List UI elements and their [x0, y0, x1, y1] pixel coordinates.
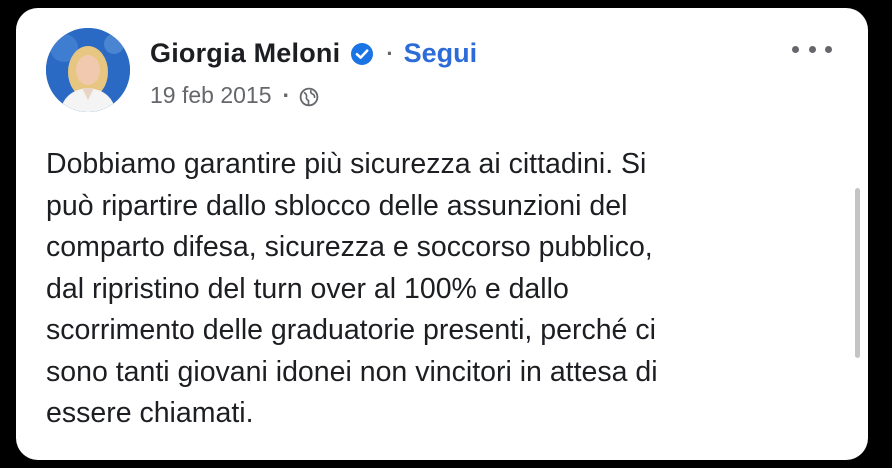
post-date[interactable]: 19 feb 2015 — [150, 82, 272, 109]
scrollbar[interactable] — [855, 188, 860, 358]
follow-button[interactable]: Segui — [404, 38, 478, 69]
post-header: Giorgia Meloni · Segui — [150, 38, 477, 69]
separator-dot: · — [386, 40, 394, 66]
meta-separator: · — [282, 82, 291, 108]
avatar[interactable] — [46, 28, 130, 112]
verified-badge-icon — [350, 42, 374, 66]
more-dot — [808, 45, 816, 53]
more-dot — [792, 45, 799, 53]
author-name[interactable]: Giorgia Meloni — [150, 38, 340, 69]
post-text: Dobbiamo garantire più sicurezza ai citt… — [46, 148, 658, 429]
more-dot — [825, 45, 832, 53]
globe-icon[interactable] — [299, 86, 319, 106]
post-meta: 19 feb 2015 · — [150, 82, 319, 109]
more-options-icon[interactable] — [792, 38, 832, 60]
post-card: Giorgia Meloni · Segui 19 feb 2015 · Dob… — [16, 8, 868, 460]
